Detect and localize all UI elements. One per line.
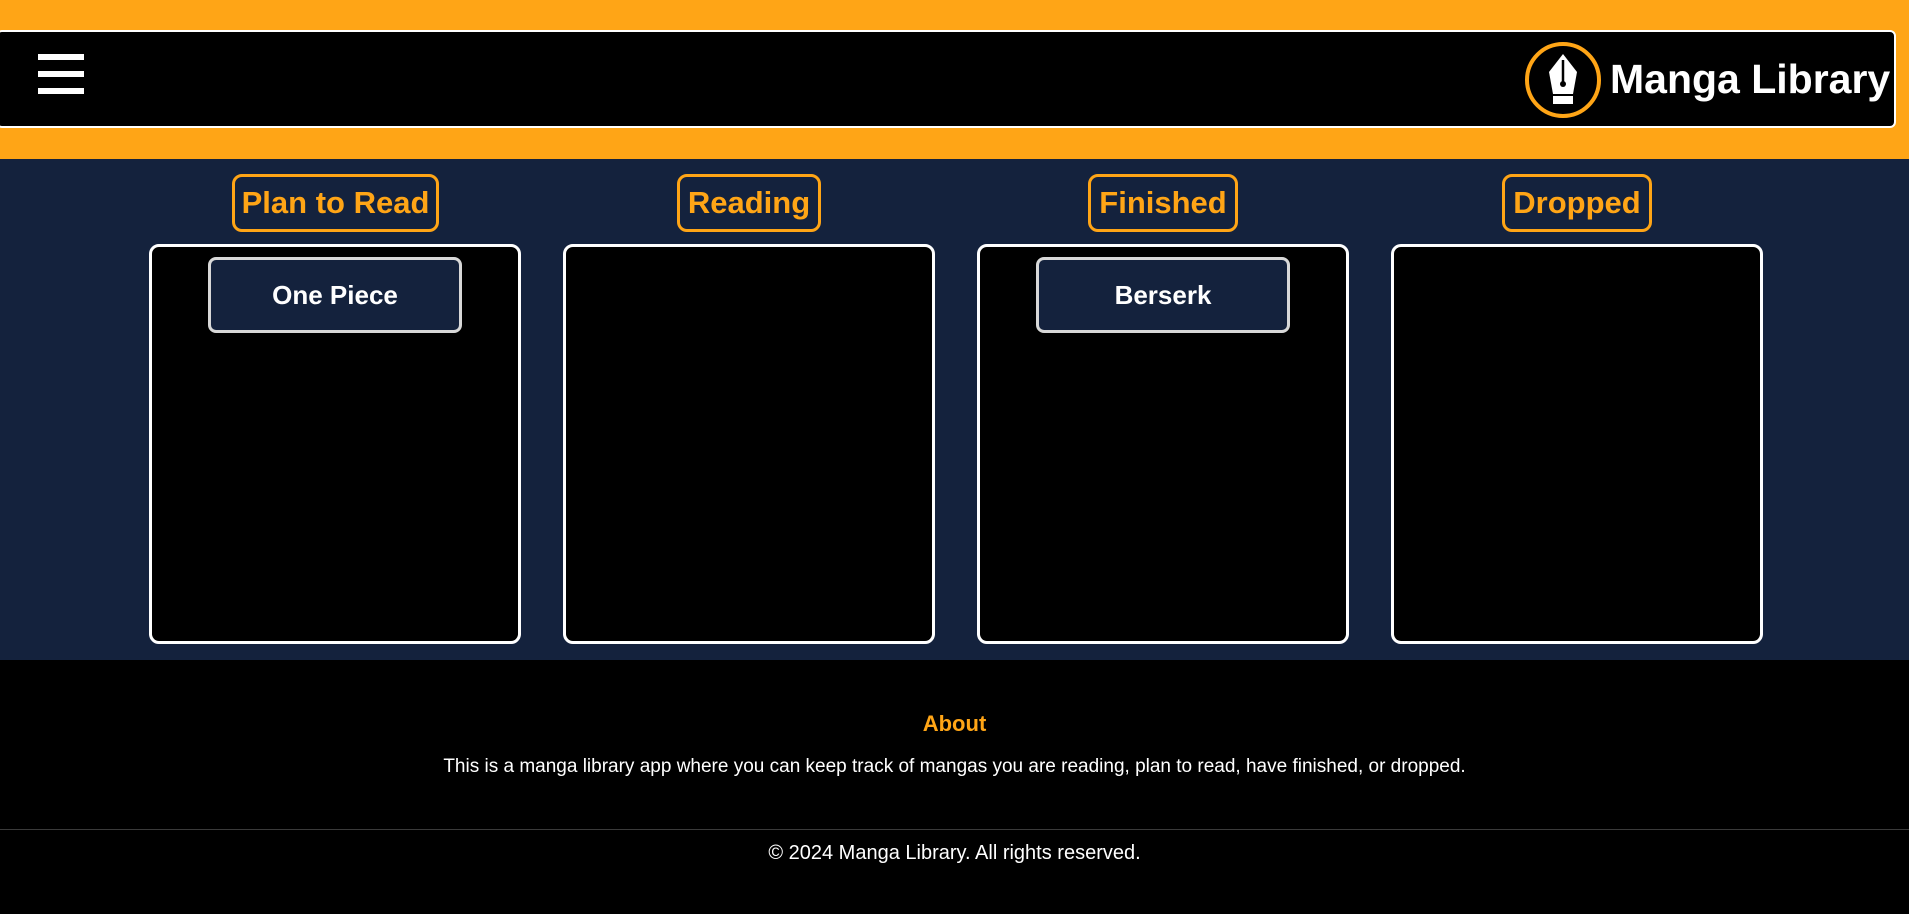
column-finished[interactable]: Berserk bbox=[977, 244, 1349, 644]
about-text: This is a manga library app where you ca… bbox=[443, 756, 1466, 777]
footer-divider bbox=[0, 829, 1909, 830]
about-title: About bbox=[922, 711, 987, 736]
pen-nib-icon bbox=[1525, 42, 1601, 118]
column-title-dropped: Dropped bbox=[1502, 174, 1652, 232]
column-plan-to-read[interactable]: One Piece bbox=[149, 244, 521, 644]
manga-card[interactable]: One Piece bbox=[208, 257, 462, 333]
column-title-finished: Finished bbox=[1088, 174, 1238, 232]
column-title-reading: Reading bbox=[677, 174, 821, 232]
column-dropped[interactable] bbox=[1391, 244, 1763, 644]
manga-card[interactable]: Berserk bbox=[1036, 257, 1290, 333]
footer: About This is a manga library app where … bbox=[0, 660, 1909, 914]
brand-title: Manga Library bbox=[1610, 56, 1891, 102]
column-title-plan-to-read: Plan to Read bbox=[232, 174, 439, 232]
header-band: Manga Library bbox=[0, 0, 1909, 159]
hamburger-menu-icon[interactable] bbox=[38, 54, 84, 94]
copyright: © 2024 Manga Library. All rights reserve… bbox=[768, 842, 1141, 864]
manga-board: Plan to Read One Piece Reading Finished … bbox=[0, 159, 1909, 660]
column-reading[interactable] bbox=[563, 244, 935, 644]
header-bar: Manga Library bbox=[0, 30, 1896, 128]
